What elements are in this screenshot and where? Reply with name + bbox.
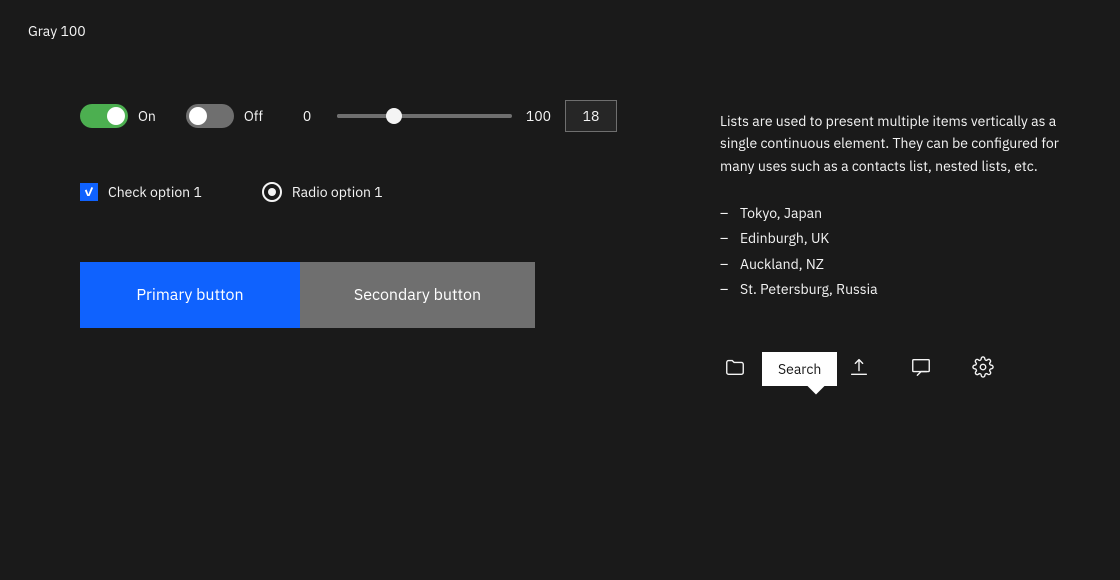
slider-row: 0 100 18	[303, 100, 617, 132]
folder-icon-button[interactable]	[720, 352, 750, 382]
toggle-on-group: On	[80, 104, 156, 128]
toggle-off-group: Off	[186, 104, 263, 128]
right-panel: Lists are used to present multiple items…	[680, 0, 1120, 580]
buttons-row: Primary button Secondary button	[80, 262, 610, 328]
radio-option1[interactable]	[262, 182, 282, 202]
checkbox-check-icon: ✓	[84, 185, 95, 200]
search-tooltip: Search	[762, 352, 837, 386]
bottom-right-section: Search	[720, 352, 1080, 382]
checkbox-group: ✓ Check option 1	[80, 183, 202, 201]
checkbox-option1[interactable]: ✓	[80, 183, 98, 201]
radio-group: Radio option 1	[262, 182, 383, 202]
options-row: ✓ Check option 1 Radio option 1	[80, 182, 610, 202]
toggles-slider-row: On Off 0 100 18	[80, 100, 610, 132]
settings-icon	[972, 356, 994, 378]
slider-value-box: 18	[565, 100, 617, 132]
left-panel: On Off 0 100 18 ✓	[0, 0, 680, 580]
toggle-off-label: Off	[244, 107, 263, 125]
toggle-on[interactable]	[80, 104, 128, 128]
toggle-on-knob	[107, 107, 125, 125]
secondary-button[interactable]: Secondary button	[300, 262, 535, 328]
list-description: Lists are used to present multiple items…	[720, 110, 1080, 177]
list-item: Edinburgh, UK	[720, 226, 1080, 251]
primary-button[interactable]: Primary button	[80, 262, 300, 328]
slider-thumb[interactable]	[386, 108, 402, 124]
list-item: Tokyo, Japan	[720, 201, 1080, 226]
radio-label: Radio option 1	[292, 183, 383, 201]
upload-icon	[848, 356, 870, 378]
slider-value: 18	[583, 107, 600, 125]
upload-icon-button[interactable]	[844, 352, 874, 382]
chat-icon	[910, 356, 932, 378]
checkbox-label: Check option 1	[108, 183, 202, 201]
folder-icon	[724, 356, 746, 378]
slider-max-label: 100	[526, 107, 551, 125]
slider-fill	[337, 114, 390, 118]
settings-icon-button[interactable]	[968, 352, 998, 382]
toggle-off[interactable]	[186, 104, 234, 128]
slider-track-container[interactable]	[337, 114, 512, 118]
toggle-off-knob	[189, 107, 207, 125]
radio-inner	[268, 188, 276, 196]
slider-min-label: 0	[303, 107, 323, 125]
list-item: St. Petersburg, Russia	[720, 277, 1080, 302]
chat-icon-button[interactable]	[906, 352, 936, 382]
list-item: Auckland, NZ	[720, 252, 1080, 277]
city-list: Tokyo, Japan Edinburgh, UK Auckland, NZ …	[720, 201, 1080, 302]
toggle-on-label: On	[138, 107, 156, 125]
